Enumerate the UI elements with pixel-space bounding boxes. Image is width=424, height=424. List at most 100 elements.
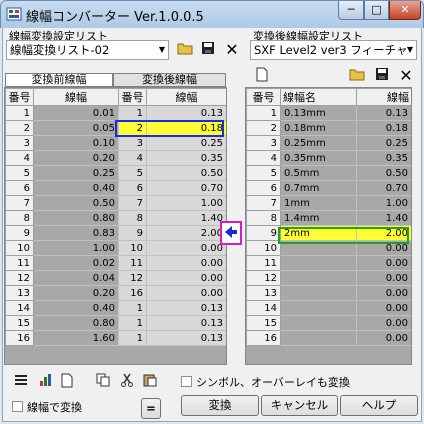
copy-icon[interactable] [94,373,112,391]
left-list-combo[interactable]: 線幅変換リスト-02 ▼ [6,40,169,60]
convert-by-width-checkbox[interactable] [12,401,23,412]
table-row[interactable]: 8 1.4mm 1.40 [246,210,411,226]
table-cell[interactable]: 4 [246,150,281,166]
table-cell[interactable]: 8 [246,210,281,226]
column-header[interactable]: 線幅 [356,88,411,106]
table-row[interactable]: 1 0.01 1 0.13 [5,105,226,121]
table-cell[interactable]: 0.50 [356,165,411,181]
table-cell[interactable]: 1 [118,315,147,331]
table-cell[interactable]: 0.5mm [280,165,357,181]
table-cell[interactable]: 13 [5,285,34,301]
table-cell[interactable] [280,330,357,346]
table-row[interactable]: 12 0.04 12 0.00 [5,270,226,286]
table-cell[interactable]: 9 [246,225,281,241]
table-cell[interactable] [280,300,357,316]
delete-icon[interactable]: ✕ [222,40,242,60]
table-row[interactable]: 2 0.18mm 0.18 [246,120,411,136]
table-row[interactable]: 3 0.25mm 0.25 [246,135,411,151]
table-cell[interactable]: 0.25 [146,135,226,151]
table-cell[interactable]: 16 [118,285,147,301]
table-cell[interactable]: 16 [5,330,34,346]
chart-icon[interactable] [37,373,55,391]
table-cell[interactable]: 0.00 [356,330,411,346]
table-cell[interactable]: 0.04 [33,270,119,286]
table-cell[interactable]: 0.00 [146,255,226,271]
table-cell[interactable]: 0.25 [33,165,119,181]
table-row[interactable]: 6 0.40 6 0.70 [5,180,226,196]
table-cell[interactable]: 0.13 [146,315,226,331]
table-row[interactable]: 11 0.02 11 0.00 [5,255,226,271]
table-cell[interactable]: 0.35 [356,150,411,166]
table-row[interactable]: 4 0.20 4 0.35 [5,150,226,166]
new-file-icon[interactable] [252,66,272,86]
table-cell[interactable] [280,315,357,331]
column-header[interactable]: 線幅 [33,88,119,106]
table-cell[interactable]: 0.00 [356,270,411,286]
table-cell[interactable]: 3 [5,135,34,151]
table-cell[interactable]: 1 [246,105,281,121]
table-cell[interactable]: 0.00 [146,240,226,256]
table-cell[interactable]: 0.02 [33,255,119,271]
table-cell[interactable]: 0.25mm [280,135,357,151]
table-cell[interactable]: 7 [118,195,147,211]
table-row[interactable]: 16 1.60 1 0.13 [5,330,226,346]
table-cell[interactable]: 4 [5,150,34,166]
table-cell[interactable]: 6 [246,180,281,196]
table-cell[interactable]: 1mm [280,195,357,211]
table-cell[interactable]: 0.25 [356,135,411,151]
table-row[interactable]: 14 0.00 [246,300,411,316]
table-row[interactable]: 3 0.10 3 0.25 [5,135,226,151]
table-row[interactable]: 14 0.40 1 0.13 [5,300,226,316]
table-cell[interactable]: 6 [5,180,34,196]
table-row[interactable]: 13 0.20 16 0.00 [5,285,226,301]
table-row[interactable]: 1 0.13mm 0.13 [246,105,411,121]
table-row[interactable]: 10 1.00 10 0.00 [5,240,226,256]
column-header[interactable]: 番号 [5,88,34,106]
table-cell[interactable]: 1.40 [356,210,411,226]
table-cell[interactable]: 0.40 [33,180,119,196]
transfer-button[interactable] [220,221,242,245]
table-cell[interactable]: 7 [5,195,34,211]
table-cell[interactable]: 0.7mm [280,180,357,196]
cut-icon[interactable] [118,373,136,391]
table-cell[interactable] [280,285,357,301]
column-header[interactable]: 番号 [118,88,147,106]
table-cell[interactable]: 7 [246,195,281,211]
save-icon[interactable] [372,66,392,86]
table-cell[interactable]: 0.50 [146,165,226,181]
table-cell[interactable]: 0.80 [33,315,119,331]
table-cell[interactable]: 15 [246,315,281,331]
table-cell[interactable]: 1 [118,330,147,346]
table-cell[interactable]: 8 [5,210,34,226]
table-cell[interactable]: 12 [118,270,147,286]
table-cell[interactable]: 0.13 [356,105,411,121]
table-cell[interactable]: 10 [118,240,147,256]
table-cell[interactable]: 11 [246,255,281,271]
tab-before-width[interactable]: 変換前線幅 [5,73,113,87]
table-cell[interactable]: 0.00 [146,270,226,286]
table-cell[interactable]: 0.40 [33,300,119,316]
table-cell[interactable]: 12 [5,270,34,286]
table-cell[interactable]: 0.13 [146,330,226,346]
table-row[interactable]: 15 0.80 1 0.13 [5,315,226,331]
table-cell[interactable]: 0.70 [356,180,411,196]
close-window-button[interactable]: ✕ [389,1,421,20]
table-cell[interactable]: 11 [5,255,34,271]
table-cell[interactable]: 0.20 [33,150,119,166]
table-row[interactable]: 6 0.7mm 0.70 [246,180,411,196]
minimize-button[interactable]: ─ [338,1,364,20]
open-folder-icon[interactable] [175,40,195,60]
table-cell[interactable]: 11 [118,255,147,271]
table-cell[interactable]: 14 [246,300,281,316]
table-cell[interactable]: 0.05 [33,120,119,136]
table-cell[interactable]: 8 [118,210,147,226]
table-cell[interactable]: 5 [246,165,281,181]
cancel-button[interactable]: キャンセル [261,395,338,416]
table-cell[interactable]: 1.4mm [280,210,357,226]
table-row[interactable]: 13 0.00 [246,285,411,301]
table-cell[interactable]: 0.80 [33,210,119,226]
table-cell[interactable]: 0.20 [33,285,119,301]
table-cell[interactable]: 0.01 [33,105,119,121]
table-cell[interactable]: 3 [118,135,147,151]
table-cell[interactable]: 10 [246,240,281,256]
